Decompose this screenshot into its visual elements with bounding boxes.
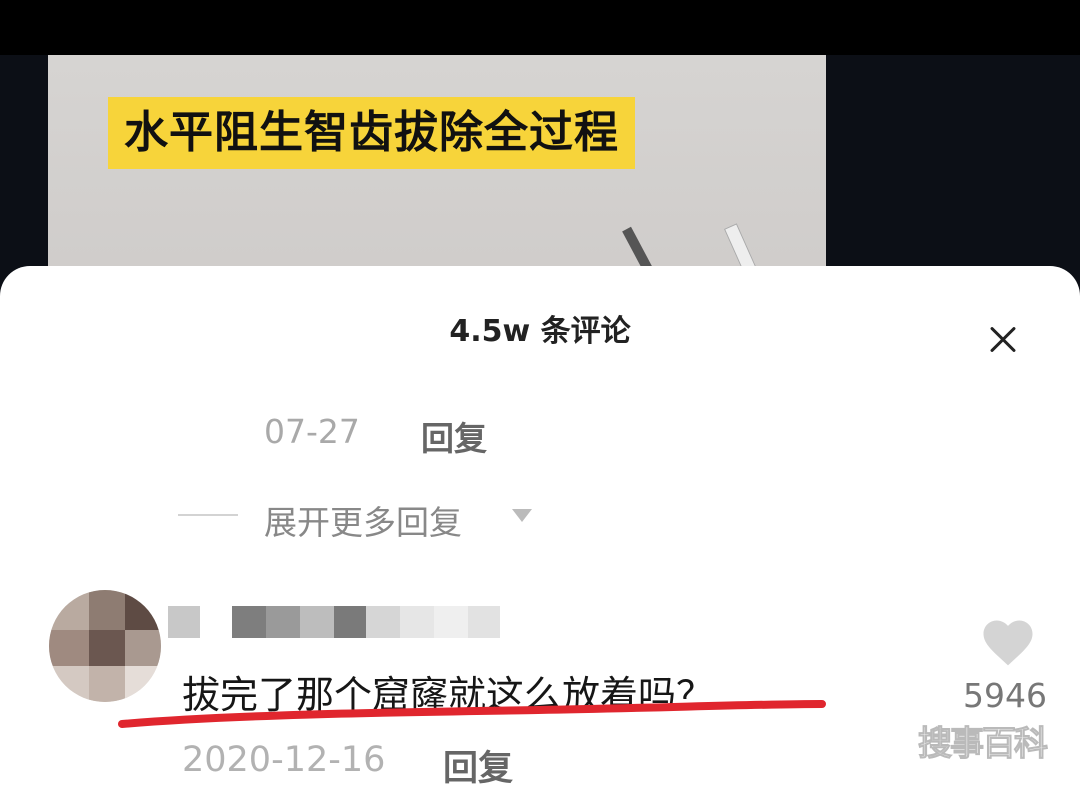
caret-down-icon[interactable] bbox=[512, 509, 532, 522]
close-icon[interactable] bbox=[983, 320, 1023, 360]
username-blurred[interactable] bbox=[168, 606, 500, 638]
video-title-banner: 水平阻生智齿拔除全过程 bbox=[108, 97, 635, 169]
previous-reply-date: 07-27 bbox=[264, 412, 360, 451]
heart-icon[interactable] bbox=[980, 616, 1036, 668]
red-underline-annotation bbox=[118, 700, 826, 728]
status-bar bbox=[0, 0, 1080, 55]
avatar[interactable] bbox=[49, 590, 161, 702]
previous-reply-button[interactable]: 回复 bbox=[421, 412, 487, 460]
video-player[interactable]: 水平阻生智齿拔除全过程 bbox=[48, 55, 826, 290]
like-count: 5946 bbox=[963, 676, 1047, 715]
expand-more-replies-button[interactable]: 展开更多回复 bbox=[264, 496, 462, 544]
comments-sheet: 4.5w 条评论 07-27 回复 展开更多回复 拔完了那个窟窿就这么放着吗？ … bbox=[0, 266, 1080, 805]
watermark: 搜事百科 bbox=[918, 724, 1049, 765]
comment-date: 2020-12-16 bbox=[182, 740, 386, 780]
comment-count-title: 4.5w 条评论 bbox=[449, 314, 631, 349]
comment-reply-button[interactable]: 回复 bbox=[443, 740, 513, 791]
expand-divider bbox=[178, 514, 238, 516]
